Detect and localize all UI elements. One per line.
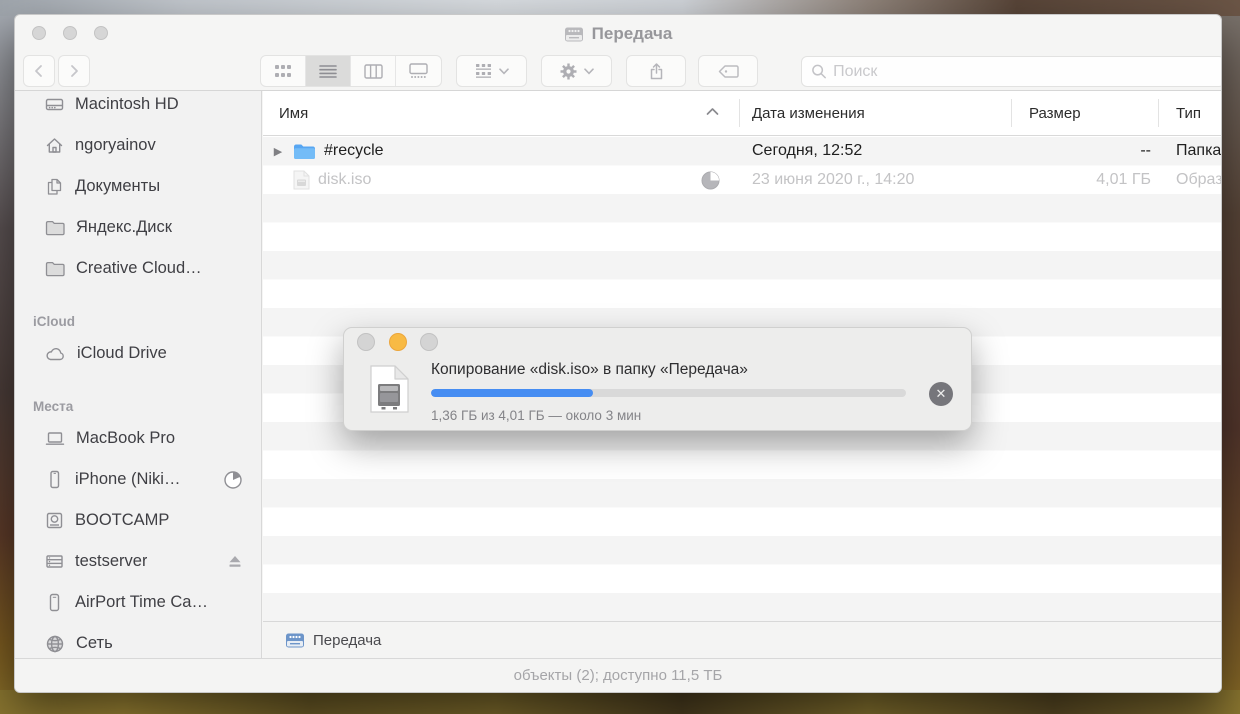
file-date: Сегодня, 12:52 xyxy=(739,142,1011,160)
view-mode-control xyxy=(260,55,442,87)
eject-icon[interactable] xyxy=(227,554,243,569)
path-bar: Передача xyxy=(263,621,1221,658)
file-size: 4,01 ГБ xyxy=(1011,171,1158,189)
internal-drive-icon xyxy=(45,511,64,530)
home-icon xyxy=(45,136,64,155)
file-row-disk-iso[interactable]: disk.iso 23 июня 2020 г., 14:20 4,01 ГБ … xyxy=(263,166,1221,195)
iphone-icon xyxy=(45,470,64,489)
column-header-date[interactable]: Дата изменения xyxy=(752,91,865,136)
view-gallery-button[interactable] xyxy=(396,56,441,86)
title-bar[interactable]: Передача xyxy=(15,15,1221,53)
dialog-traffic-lights xyxy=(357,333,438,351)
search-input[interactable] xyxy=(833,63,1215,81)
search-field[interactable] xyxy=(801,56,1222,87)
dialog-zoom-button xyxy=(420,333,438,351)
back-button[interactable] xyxy=(23,55,55,87)
column-header-name[interactable]: Имя xyxy=(279,91,308,136)
column-divider[interactable] xyxy=(1158,99,1159,127)
folder-icon xyxy=(45,260,65,277)
disk-image-file-icon xyxy=(293,170,310,190)
dialog-title: Копирование «disk.iso» в папку «Передача… xyxy=(431,361,748,379)
forward-button[interactable] xyxy=(58,55,90,87)
chevron-down-icon xyxy=(499,68,509,75)
search-icon xyxy=(811,63,827,80)
drive-icon xyxy=(564,26,584,43)
sidebar-item-icloud-drive[interactable]: iCloud Drive xyxy=(33,333,261,374)
folder-icon xyxy=(293,142,316,161)
folder-icon xyxy=(45,219,65,236)
sidebar-item-network[interactable]: Сеть xyxy=(33,623,261,658)
status-bar: объекты (2); доступно 11,5 ТБ xyxy=(15,658,1221,692)
toolbar xyxy=(15,53,1221,91)
dialog-close-button xyxy=(357,333,375,351)
gear-icon xyxy=(559,62,578,81)
column-divider[interactable] xyxy=(739,99,740,127)
dialog-progress-text: 1,36 ГБ из 4,01 ГБ — около 3 мин xyxy=(431,408,641,423)
group-button[interactable] xyxy=(456,55,527,87)
sort-ascending-icon xyxy=(706,107,719,116)
cancel-copy-button[interactable]: ✕ xyxy=(929,382,953,406)
sidebar-item-macbook-pro[interactable]: MacBook Pro xyxy=(33,418,261,459)
sidebar: Macintosh HD ngoryainov Документы Яндекс… xyxy=(15,91,262,658)
disclosure-triangle-icon[interactable]: ▶ xyxy=(263,145,293,158)
sidebar-section-places: Места xyxy=(33,388,261,418)
cloud-icon xyxy=(45,346,66,361)
sidebar-item-airport-time-capsule[interactable]: AirPort Time Ca… xyxy=(33,582,261,623)
sidebar-item-testserver[interactable]: testserver xyxy=(33,541,261,582)
tag-icon xyxy=(718,64,739,79)
copy-progress-bar xyxy=(431,389,906,397)
copy-progress-pie-icon xyxy=(700,170,721,191)
view-list-button[interactable] xyxy=(306,56,351,86)
documents-icon xyxy=(45,177,64,196)
view-columns-button[interactable] xyxy=(351,56,396,86)
time-capsule-icon xyxy=(45,593,64,612)
sidebar-section-icloud: iCloud xyxy=(33,303,261,333)
drive-icon xyxy=(285,632,305,649)
window-title-area: Передача xyxy=(15,15,1221,53)
view-icons-button[interactable] xyxy=(261,56,306,86)
file-row-recycle[interactable]: ▶ #recycle Сегодня, 12:52 -- Папка xyxy=(263,137,1221,166)
column-header-size[interactable]: Размер xyxy=(1029,91,1081,136)
list-column-headers: Имя Дата изменения Размер Тип xyxy=(263,91,1221,136)
chevron-down-icon xyxy=(584,68,594,75)
file-name: #recycle xyxy=(324,142,384,160)
copy-progress-dialog: Копирование «disk.iso» в папку «Передача… xyxy=(343,327,972,431)
sidebar-item-documents[interactable]: Документы xyxy=(33,166,261,207)
file-size: -- xyxy=(1011,142,1158,160)
window-title: Передача xyxy=(592,24,673,44)
disk-image-document-icon xyxy=(369,364,410,414)
sidebar-item-bootcamp[interactable]: BOOTCAMP xyxy=(33,500,261,541)
globe-icon xyxy=(45,634,65,654)
sidebar-item-yandex-disk[interactable]: Яндекс.Диск xyxy=(33,207,261,248)
file-date: 23 июня 2020 г., 14:20 xyxy=(739,171,1011,189)
laptop-icon xyxy=(45,431,65,446)
tag-button[interactable] xyxy=(698,55,758,87)
file-type: Папка xyxy=(1158,142,1221,160)
copy-progress-fill xyxy=(431,389,593,397)
sidebar-item-iphone[interactable]: iPhone (Niki… xyxy=(33,459,261,500)
external-drive-icon xyxy=(45,95,64,114)
sync-progress-pie-icon xyxy=(223,470,243,490)
action-menu-button[interactable] xyxy=(541,55,612,87)
status-text: объекты (2); доступно 11,5 ТБ xyxy=(514,667,723,684)
column-header-type[interactable]: Тип xyxy=(1176,91,1201,136)
file-type: Образ диска xyxy=(1158,171,1221,189)
server-icon xyxy=(45,552,64,571)
share-icon xyxy=(647,62,666,81)
sidebar-item-home[interactable]: ngoryainov xyxy=(33,125,261,166)
sidebar-item-creative-cloud[interactable]: Creative Cloud… xyxy=(33,248,261,289)
path-item-location[interactable]: Передача xyxy=(313,632,381,649)
file-name: disk.iso xyxy=(318,171,371,189)
share-button[interactable] xyxy=(626,55,686,87)
column-divider[interactable] xyxy=(1011,99,1012,127)
sidebar-item-macintosh-hd[interactable]: Macintosh HD xyxy=(33,91,261,125)
dialog-minimize-button[interactable] xyxy=(389,333,407,351)
